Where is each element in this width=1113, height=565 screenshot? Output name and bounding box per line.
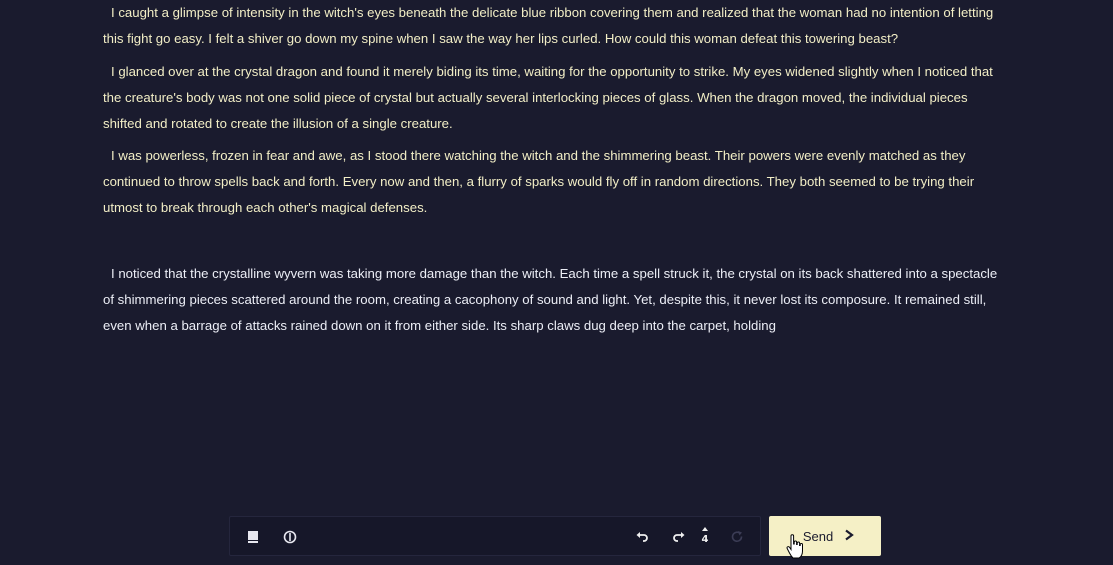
- story-paragraph-latest: I noticed that the crystalline wyvern wa…: [103, 266, 998, 333]
- story-paragraph: I glanced over at the crystal dragon and…: [103, 64, 993, 131]
- hand-cursor-icon: [786, 534, 804, 565]
- retry-button[interactable]: [727, 527, 747, 547]
- undo-icon: [635, 530, 649, 544]
- undo-button[interactable]: [632, 527, 652, 547]
- retry-icon: [730, 530, 744, 544]
- memory-button[interactable]: [243, 527, 263, 547]
- compass-icon: [283, 530, 297, 544]
- caret-up-icon: [702, 527, 708, 531]
- world-info-button[interactable]: [280, 527, 300, 547]
- redo-button[interactable]: [669, 527, 689, 547]
- redo-count: 4: [701, 534, 709, 545]
- story-paragraph: I caught a glimpse of intensity in the w…: [103, 5, 994, 46]
- redo-icon: [672, 530, 686, 544]
- story-paragraph: I was powerless, frozen in fear and awe,…: [103, 148, 975, 215]
- send-arrow-icon: [843, 529, 855, 544]
- redo-counter: 4: [700, 525, 710, 549]
- book-icon: [246, 530, 260, 544]
- input-toolbar: 4: [229, 516, 761, 556]
